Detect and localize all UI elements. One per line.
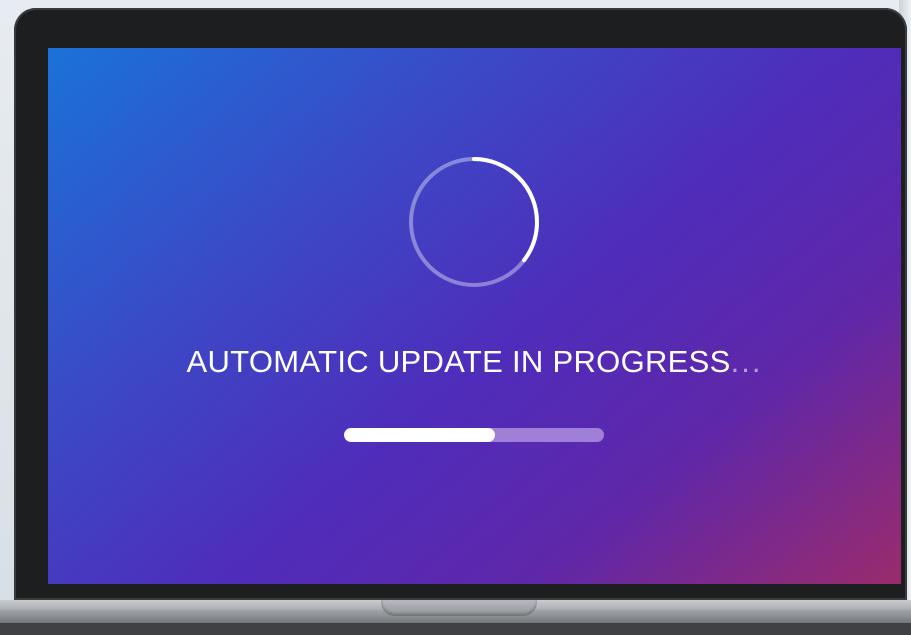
lid-opening-notch [381,600,537,616]
update-progress-bar [344,428,604,442]
update-progress-fill [344,428,495,442]
loading-spinner-icon [406,154,542,290]
status-label: AUTOMATIC UPDATE IN PROGRESS [186,344,731,379]
laptop-base-shadow [0,623,911,635]
laptop-screen: AUTOMATIC UPDATE IN PROGRESS... [48,48,901,584]
desktop-background: AUTOMATIC UPDATE IN PROGRESS... [0,0,911,635]
status-ellipsis: ... [730,344,763,379]
laptop-base [0,600,911,635]
laptop-lid: AUTOMATIC UPDATE IN PROGRESS... [14,8,907,600]
update-status-text: AUTOMATIC UPDATE IN PROGRESS... [48,344,901,380]
